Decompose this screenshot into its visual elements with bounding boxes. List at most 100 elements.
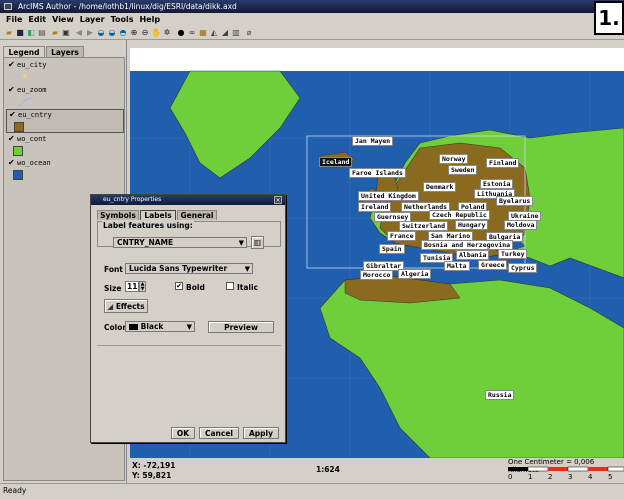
tab-general[interactable]: General — [177, 210, 217, 220]
tab-symbols[interactable]: Symbols — [97, 210, 139, 220]
italic-checkbox[interactable] — [226, 282, 234, 290]
size-input[interactable]: 11 — [125, 281, 139, 292]
color-dropdown[interactable]: Black ▼ — [125, 321, 195, 332]
scalebar-tick: 3 — [568, 473, 573, 481]
pan-hand-icon[interactable]: ✋ — [151, 28, 161, 38]
font-label: Font — [104, 265, 123, 274]
bold-checkbox[interactable]: ✔ — [175, 282, 183, 290]
zoom-active-icon[interactable]: ◓ — [118, 28, 128, 38]
map-label: Moldova — [504, 220, 538, 230]
tab-legend[interactable]: Legend — [3, 46, 45, 57]
label-features-heading: Label features using: — [102, 221, 194, 230]
window-title: ArcIMS Author - /home/lothb1/linux/dig/E… — [18, 2, 237, 11]
layer-properties-dialog: eu_cntry Properties × Symbols Labels Gen… — [90, 194, 286, 443]
table-icon[interactable]: ▥ — [231, 28, 241, 38]
bold-label: Bold — [186, 283, 205, 292]
refresh-icon[interactable]: ✲ — [162, 28, 172, 38]
map-label: Turkey — [498, 249, 528, 259]
forward-arrow-icon[interactable]: ▶ — [85, 28, 95, 38]
back-arrow-icon[interactable]: ◀ — [74, 28, 84, 38]
ok-button[interactable]: OK — [171, 427, 195, 439]
effects-button[interactable]: ◢ Effects — [104, 299, 148, 313]
open-project-icon[interactable]: ▰ — [50, 28, 60, 38]
checkmark-icon[interactable]: ✔ — [8, 60, 15, 69]
expression-icon: ▥ — [253, 238, 262, 247]
save-icon[interactable]: ■ — [15, 28, 25, 38]
scalebar-tick: 5 — [608, 473, 613, 481]
open-folder-icon[interactable]: ▰ — [4, 28, 14, 38]
map-label: Cyprus — [508, 263, 538, 273]
tab-labels[interactable]: Labels — [140, 210, 176, 220]
italic-label: Italic — [237, 283, 259, 292]
map-label: France — [387, 231, 417, 241]
label-field-value: CNTRY_NAME — [117, 238, 174, 247]
chevron-down-icon: ▼ — [186, 323, 192, 331]
zoom-layer-icon[interactable]: ◒ — [107, 28, 117, 38]
map-label: Russia — [485, 390, 515, 400]
map-label: Switzerland — [399, 221, 449, 231]
font-dropdown[interactable]: Lucida Sans Typewriter ▼ — [125, 263, 253, 274]
query-icon[interactable]: ◭ — [209, 28, 219, 38]
line-symbol-icon — [18, 97, 32, 107]
properties-icon[interactable]: ▤ — [37, 28, 47, 38]
coordinate-area: X: -72,191 Y: 59,821 1:624 One Centimete… — [130, 458, 624, 483]
menu-view[interactable]: View — [52, 15, 74, 24]
step-badge: 1. — [594, 1, 624, 35]
scalebar-tick: 0 — [508, 473, 513, 481]
font-value: Lucida Sans Typewriter — [129, 264, 228, 273]
measure-icon[interactable]: ◢ — [220, 28, 230, 38]
cancel-button[interactable]: Cancel — [199, 427, 239, 439]
menu-edit[interactable]: Edit — [28, 15, 46, 24]
preview-button[interactable]: Preview — [208, 321, 274, 333]
legend-item-eu-city[interactable]: ✔ eu_city — [6, 60, 124, 84]
legend-item-eu-cntry[interactable]: ✔ eu_cntry — [6, 109, 124, 133]
x-coordinate: X: -72,191 — [132, 461, 176, 470]
y-coordinate: Y: 59,821 — [132, 471, 172, 480]
menu-layer[interactable]: Layer — [80, 15, 105, 24]
legend-item-eu-zoom[interactable]: ✔ eu_zoom — [6, 85, 124, 109]
scalebar-tick: 1 — [528, 473, 533, 481]
map-label: Iceland — [319, 157, 353, 167]
clear-icon[interactable]: ⌀ — [244, 28, 254, 38]
polygon-swatch — [14, 122, 24, 132]
identify-icon[interactable]: ● — [176, 28, 186, 38]
full-extent-icon[interactable]: ◒ — [96, 28, 106, 38]
menu-tools[interactable]: Tools — [111, 15, 134, 24]
status-text: Ready — [3, 486, 27, 495]
apply-button[interactable]: Apply — [243, 427, 279, 439]
select-icon[interactable]: ▦ — [198, 28, 208, 38]
map-label: Albania — [456, 250, 490, 260]
dialog-title-bar: eu_cntry Properties × — [91, 195, 285, 205]
menu-file[interactable]: File — [6, 15, 22, 24]
window-title-bar: ArcIMS Author - /home/lothb1/linux/dig/E… — [0, 0, 624, 13]
expression-builder-button[interactable]: ▥ — [251, 236, 264, 249]
toolbar: ▰ ■ ◧ ▤ ▰ ▣ ◀ ▶ ◒ ◒ ◓ ⊕ ⊖ ✋ ✲ ● ∞ ▦ ◭ ◢ … — [0, 26, 624, 40]
find-binoculars-icon[interactable]: ∞ — [187, 28, 197, 38]
legend-item-wo-ocean[interactable]: ✔ wo_ocean — [6, 158, 124, 182]
close-icon[interactable]: × — [274, 196, 282, 204]
legend-item-wo-cont[interactable]: ✔ wo_cont — [6, 134, 124, 158]
map-label: Malta — [444, 261, 470, 271]
map-label: Greece — [478, 260, 508, 270]
checkmark-icon[interactable]: ✔ — [8, 158, 15, 167]
map-label: Algeria — [398, 269, 432, 279]
effects-icon: ◢ — [107, 302, 114, 311]
checkmark-icon[interactable]: ✔ — [9, 110, 16, 119]
checkmark-icon[interactable]: ✔ — [8, 85, 15, 94]
checkmark-icon[interactable]: ✔ — [8, 134, 15, 143]
tab-layers[interactable]: Layers — [46, 46, 84, 57]
map-label: Byelarus — [496, 196, 534, 206]
dialog-body-spacer — [97, 345, 281, 415]
print-icon[interactable]: ▣ — [61, 28, 71, 38]
map-label: Morocco — [360, 270, 394, 280]
zoom-out-icon[interactable]: ⊖ — [140, 28, 150, 38]
menu-help[interactable]: Help — [139, 15, 160, 24]
effects-label: Effects — [115, 302, 145, 311]
label-field-dropdown[interactable]: CNTRY_NAME ▼ — [113, 237, 247, 248]
zoom-in-icon[interactable]: ⊕ — [129, 28, 139, 38]
map-label: Faroe Islands — [349, 168, 406, 178]
add-layer-icon[interactable]: ◧ — [26, 28, 36, 38]
map-label: Finland — [486, 158, 520, 168]
size-label: Size — [104, 284, 122, 293]
size-stepper[interactable]: ▲ ▼ — [139, 281, 146, 292]
